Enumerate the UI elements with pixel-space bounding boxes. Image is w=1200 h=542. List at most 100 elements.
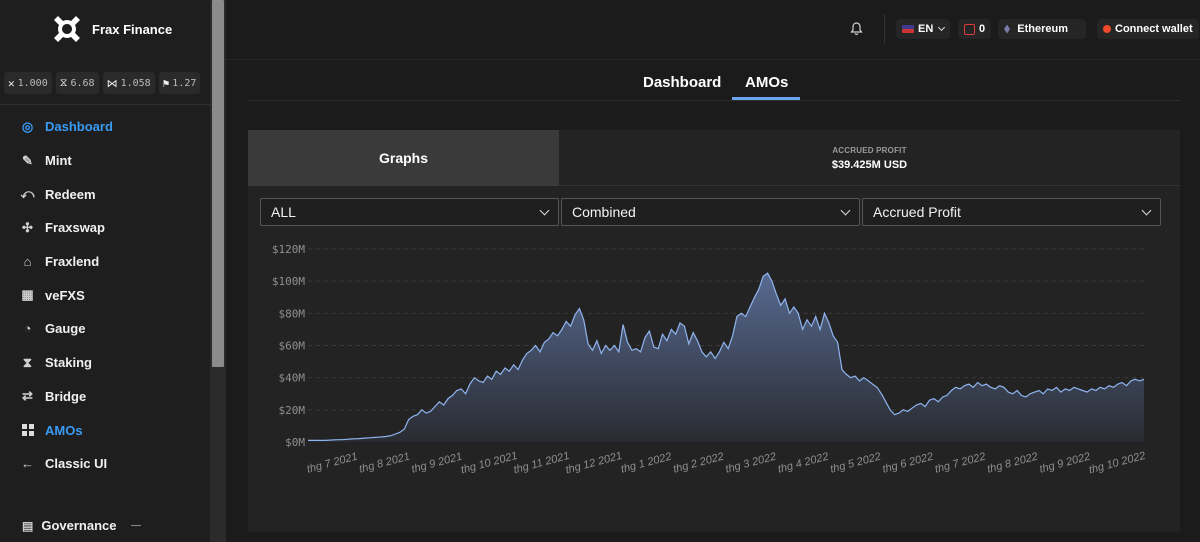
token-value: 6.68	[70, 77, 95, 89]
view-mode-select[interactable]: Combined	[561, 198, 860, 226]
language-select[interactable]: EN	[896, 19, 951, 39]
accrued-profit-label: ACCRUED PROFIT	[832, 145, 907, 155]
fpi-icon: ⋈	[106, 76, 118, 90]
metric-select[interactable]: Accrued Profit	[862, 198, 1161, 226]
sidebar-item-label: Redeem	[45, 186, 96, 202]
token-frax[interactable]: ✕ 1.000	[4, 72, 52, 94]
dashboard-icon: ◎	[21, 118, 34, 134]
chevron-down-icon	[539, 205, 550, 215]
tab-amos[interactable]: AMOs	[745, 74, 788, 91]
sidebar-item-governance[interactable]: ▤ Governance	[22, 518, 141, 533]
sidebar-item-fraxlend[interactable]: ⌂ Fraxlend	[0, 245, 210, 279]
app-name: Frax Finance	[92, 21, 173, 37]
connect-wallet-label: Connect wallet	[1115, 23, 1193, 35]
chart-area	[308, 273, 1144, 442]
active-tab-indicator	[732, 97, 800, 100]
sidebar-item-label: Fraxswap	[45, 220, 105, 236]
token-fpi[interactable]: ⋈ 1.058	[102, 72, 155, 94]
sidebar-item-label: Dashboard	[45, 119, 113, 135]
flag-icon	[902, 25, 914, 33]
notification-count: 0	[979, 23, 986, 35]
accrued-profit-chart[interactable]: $0M $20M $40M $60M $80M $100M $120M thg 7 2021…	[248, 234, 1168, 494]
sidebar-item-label: Bridge	[45, 388, 87, 404]
notification-counter[interactable]: 0	[958, 19, 992, 39]
brand[interactable]: Frax Finance	[52, 14, 172, 44]
x-tick-label: thg 11 2021	[512, 450, 570, 476]
network-name: Ethereum	[1017, 23, 1068, 35]
fraxlend-icon: ⌂	[23, 254, 32, 270]
chevron-down-icon	[840, 205, 851, 215]
token-fxs[interactable]: ⧖ 6.68	[55, 72, 99, 94]
sidebar-item-gauge[interactable]: ◔ Gauge	[0, 312, 210, 346]
back-arrow-icon: ←	[21, 456, 34, 472]
sidebar-item-label: Fraxlend	[45, 254, 100, 270]
sidebar-divider	[0, 104, 210, 105]
x-tick-label: thg 6 2022	[881, 451, 934, 476]
sidebar-item-dashboard[interactable]: ◎ Dashboard	[0, 110, 210, 144]
gas-icon	[964, 23, 975, 35]
x-tick-label: thg 3 2022	[724, 451, 777, 476]
sidebar-item-label: Mint	[45, 153, 72, 169]
y-tick-label: $60M	[279, 340, 306, 353]
token-value: 1.27	[172, 77, 197, 89]
fpis-icon: ⚑	[162, 76, 170, 90]
x-tick-label: thg 7 2022	[934, 451, 987, 476]
token-value: 1.000	[17, 77, 48, 89]
x-tick-label: thg 8 2022	[986, 451, 1039, 476]
x-tick-label: thg 4 2022	[777, 451, 830, 476]
bell-icon[interactable]	[850, 22, 864, 36]
gauge-icon: ◔	[23, 321, 32, 337]
sidebar-item-mint[interactable]: ✎ Mint	[0, 144, 210, 178]
y-tick-label: $100M	[272, 275, 305, 288]
accrued-profit-summary: ACCRUED PROFIT $39.425M USD	[559, 130, 1180, 186]
governance-icon: ▤	[22, 518, 34, 533]
language-value: EN	[918, 23, 934, 35]
page-tabs: Dashboard AMOs	[247, 66, 1180, 101]
y-tick-label: $20M	[279, 404, 306, 417]
chevron-down-icon	[1141, 205, 1152, 215]
vefxs-icon: ▦	[21, 287, 34, 303]
frax-icon: ✕	[8, 76, 15, 90]
sidebar-item-classic-ui[interactable]: ← Classic UI	[0, 447, 210, 481]
amo-filter-value: ALL	[271, 204, 296, 220]
sidebar-item-fraxswap[interactable]: ✣ Fraxswap	[0, 211, 210, 245]
sidebar-item-redeem[interactable]: ⤺ Redeem	[0, 177, 210, 211]
sidebar-item-label: Classic UI	[45, 456, 108, 472]
x-tick-label: thg 9 2022	[1038, 451, 1091, 476]
panel-header: Graphs ACCRUED PROFIT $39.425M USD	[248, 130, 1180, 186]
token-prices: ✕ 1.000 ⧖ 6.68 ⋈ 1.058 ⚑ 1.27	[4, 72, 201, 94]
mint-icon: ✎	[22, 152, 33, 168]
sidebar-item-amos[interactable]: AMOs	[0, 413, 210, 447]
chevron-down-icon	[938, 23, 946, 32]
status-dot-icon	[1103, 25, 1111, 33]
sidebar-scrollbar-thumb[interactable]	[212, 0, 224, 367]
fraxswap-icon: ✣	[22, 219, 33, 235]
accrued-profit-value: $39.425M USD	[831, 158, 908, 171]
sidebar-item-bridge[interactable]: ⇄ Bridge	[0, 380, 210, 414]
y-tick-label: $80M	[279, 307, 306, 320]
bridge-icon: ⇄	[22, 388, 33, 404]
network-select[interactable]: Ethereum	[998, 19, 1086, 39]
sidebar-item-label: AMOs	[45, 422, 83, 438]
sidebar-item-vefxs[interactable]: ▦ veFXS	[0, 278, 210, 312]
x-tick-label: thg 10 2021	[460, 450, 519, 477]
x-tick-label: thg 12 2021	[564, 450, 623, 477]
token-fpis[interactable]: ⚑ 1.27	[158, 72, 201, 94]
y-tick-label: $0M	[285, 436, 305, 449]
frax-logo-icon	[54, 16, 80, 42]
x-tick-label: thg 10 2022	[1088, 450, 1147, 477]
topbar-divider	[884, 14, 885, 44]
amo-filter-select[interactable]: ALL	[260, 198, 559, 226]
sidebar: Frax Finance ✕ 1.000 ⧖ 6.68 ⋈ 1.058 ⚑ 1.…	[0, 0, 210, 542]
connect-wallet-button[interactable]: Connect wallet	[1097, 19, 1199, 39]
x-tick-label: thg 1 2022	[620, 451, 673, 476]
amos-icon	[20, 423, 35, 438]
sidebar-item-label: veFXS	[45, 287, 85, 303]
tab-dashboard[interactable]: Dashboard	[643, 74, 721, 91]
sidebar-nav: ◎ Dashboard ✎ Mint ⤺ Redeem ✣ Fraxswap ⌂…	[0, 110, 210, 481]
sidebar-item-staking[interactable]: ⧗ Staking	[0, 346, 210, 380]
graphs-tab[interactable]: Graphs	[248, 130, 559, 186]
governance-label: Governance	[41, 518, 117, 533]
x-tick-label: thg 9 2021	[410, 451, 463, 476]
collapse-icon	[130, 525, 141, 526]
